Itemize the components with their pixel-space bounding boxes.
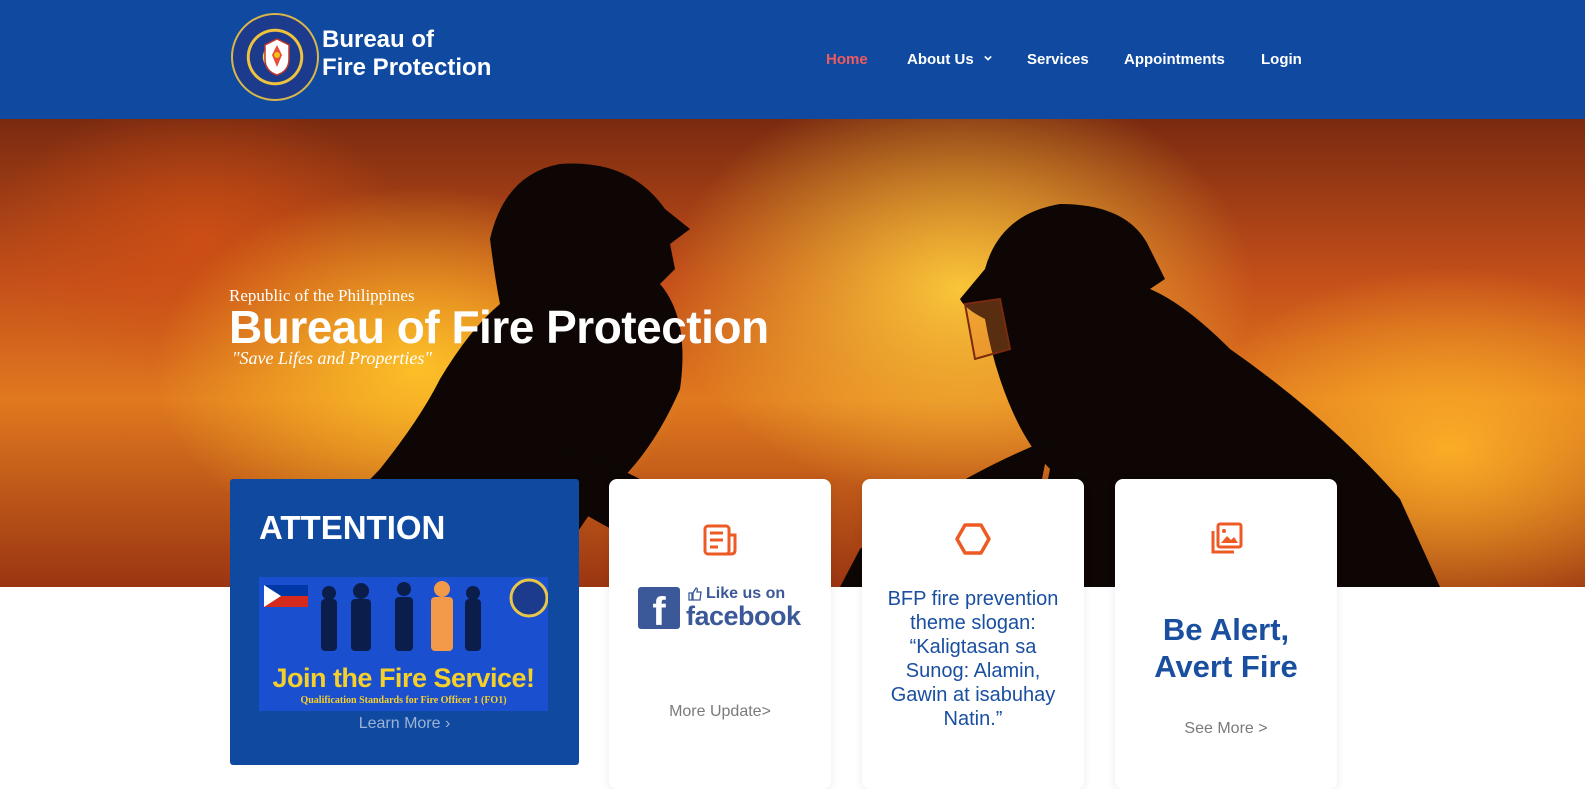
see-more-link[interactable]: See More > bbox=[1115, 720, 1337, 738]
facebook-wordmark: facebook bbox=[686, 601, 801, 631]
nav-home[interactable]: Home bbox=[826, 51, 868, 68]
site-brand[interactable]: Bureau of Fire Protection bbox=[322, 26, 491, 82]
bfp-seal-logo[interactable] bbox=[231, 13, 319, 101]
nav-about-us[interactable]: About Us bbox=[907, 51, 992, 68]
be-alert-line-1: Be Alert, bbox=[1162, 612, 1290, 647]
newspaper-icon bbox=[703, 524, 737, 556]
fire-prevention-slogan: BFP fire prevention theme slogan: “Kalig… bbox=[887, 588, 1059, 730]
hexagon-icon bbox=[955, 523, 991, 555]
brand-line-1: Bureau of bbox=[322, 26, 435, 53]
facebook-like-badge[interactable]: f Like us on facebook bbox=[638, 585, 804, 634]
be-alert-line-2: Avert Fire bbox=[1154, 649, 1298, 684]
brand-line-2: Fire Protection bbox=[322, 54, 492, 81]
nav-appointments[interactable]: Appointments bbox=[1124, 51, 1225, 68]
recruitment-banner-image[interactable]: Join the Fire Service! Qualification Sta… bbox=[259, 577, 548, 711]
nav-services[interactable]: Services bbox=[1027, 51, 1089, 68]
nav-about-us-label: About Us bbox=[907, 51, 974, 68]
facebook-card: f Like us on facebook More Update> bbox=[609, 479, 831, 789]
nav-login[interactable]: Login bbox=[1261, 51, 1302, 68]
attention-card: ATTENTION Join the Fire Service! Qualifi… bbox=[230, 479, 579, 765]
hero-motto: "Save Lifes and Properties" bbox=[232, 348, 432, 368]
be-alert-card: Be Alert, Avert Fire See More > bbox=[1115, 479, 1337, 789]
more-update-link[interactable]: More Update> bbox=[609, 703, 831, 721]
be-alert-heading: Be Alert, Avert Fire bbox=[1115, 611, 1337, 685]
thumbs-up-icon bbox=[688, 587, 702, 601]
slogan-card: BFP fire prevention theme slogan: “Kalig… bbox=[862, 479, 1084, 789]
banner-headline: Join the Fire Service! bbox=[272, 663, 535, 693]
seal-emblem-icon bbox=[264, 38, 290, 76]
facebook-icon: f bbox=[638, 587, 680, 634]
banner-subtext: Qualification Standards for Fire Officer… bbox=[300, 695, 507, 706]
chevron-down-icon bbox=[984, 55, 992, 61]
site-header: Bureau of Fire Protection Home About Us … bbox=[0, 0, 1585, 119]
hero-title: Bureau of Fire Protection bbox=[229, 301, 769, 353]
attention-title: ATTENTION bbox=[259, 509, 446, 546]
learn-more-link[interactable]: Learn More › bbox=[230, 715, 579, 733]
image-gallery-icon bbox=[1211, 522, 1243, 554]
